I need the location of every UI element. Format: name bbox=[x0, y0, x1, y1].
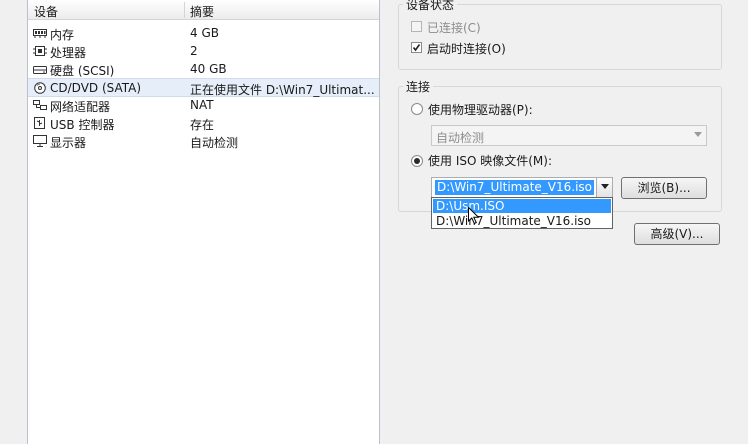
device-summary: 2 bbox=[190, 44, 198, 58]
device-row-display[interactable]: 显示器 自动检测 bbox=[28, 132, 379, 151]
device-name: 网络适配器 bbox=[50, 100, 111, 114]
device-list-header: 设备 摘要 bbox=[28, 0, 379, 20]
iso-path-value[interactable]: D:\Win7_Ultimate_V16.iso bbox=[435, 180, 595, 195]
physical-drive-value: 自动检测 bbox=[436, 131, 485, 145]
memory-icon bbox=[33, 27, 47, 39]
dropdown-option-win7-iso[interactable]: D:\Win7_Ultimate_V16.iso bbox=[433, 214, 611, 228]
device-row-cd-dvd[interactable]: CD/DVD (SATA) 正在使用文件 D:\Win7_Ultimat... bbox=[28, 78, 379, 97]
chevron-down-icon[interactable] bbox=[596, 178, 612, 197]
hard-disk-icon bbox=[33, 63, 47, 75]
connected-label: 已连接(C) bbox=[427, 21, 481, 35]
connect-at-power-on-label: 启动时连接(O) bbox=[427, 42, 506, 56]
device-row-network-adapter[interactable]: 网络适配器 NAT bbox=[28, 96, 379, 115]
connected-checkbox[interactable] bbox=[411, 21, 422, 32]
device-name: 处理器 bbox=[50, 46, 87, 60]
device-summary: 4 GB bbox=[190, 26, 219, 40]
advanced-button[interactable]: 高级(V)... bbox=[634, 223, 720, 245]
device-status-legend: 设备状态 bbox=[403, 0, 458, 13]
column-header-summary[interactable]: 摘要 bbox=[190, 3, 214, 20]
column-header-device[interactable]: 设备 bbox=[34, 3, 58, 20]
iso-dropdown-list: D:\Usm.ISO D:\Win7_Ultimate_V16.iso bbox=[431, 197, 613, 229]
device-row-memory[interactable]: 内存 4 GB bbox=[28, 24, 379, 43]
iso-image-radio[interactable] bbox=[411, 155, 423, 167]
cd-dvd-icon bbox=[33, 82, 47, 94]
device-name: CD/DVD (SATA) bbox=[50, 81, 142, 95]
checkmark-icon bbox=[412, 44, 421, 52]
device-row-processor[interactable]: 处理器 2 bbox=[28, 42, 379, 61]
browse-button[interactable]: 浏览(B)... bbox=[621, 177, 707, 199]
device-status-group bbox=[398, 4, 722, 70]
iso-path-combobox[interactable]: D:\Win7_Ultimate_V16.iso bbox=[431, 177, 613, 198]
device-summary: 40 GB bbox=[190, 62, 227, 76]
display-icon bbox=[33, 135, 47, 147]
usb-icon bbox=[33, 117, 47, 129]
device-row-usb-controller[interactable]: USB 控制器 存在 bbox=[28, 114, 379, 133]
connect-at-power-on-checkbox[interactable] bbox=[411, 42, 422, 53]
device-name: 硬盘 (SCSI) bbox=[50, 64, 115, 78]
network-adapter-icon bbox=[33, 99, 47, 111]
connection-legend: 连接 bbox=[403, 78, 434, 95]
device-summary: 存在 bbox=[190, 118, 215, 132]
device-list-panel: 设备 摘要 内存 4 GB 处理器 2 硬盘 (SCSI) 40 GB CD/D… bbox=[27, 0, 380, 444]
physical-drive-combobox[interactable]: 自动检测 bbox=[431, 125, 707, 146]
column-separator[interactable] bbox=[184, 2, 185, 18]
device-name: 显示器 bbox=[50, 136, 87, 150]
device-summary: 自动检测 bbox=[190, 136, 239, 150]
iso-image-label: 使用 ISO 映像文件(M): bbox=[428, 154, 552, 168]
device-row-hard-disk[interactable]: 硬盘 (SCSI) 40 GB bbox=[28, 60, 379, 79]
chevron-down-icon[interactable] bbox=[690, 126, 706, 145]
device-name: USB 控制器 bbox=[50, 118, 115, 132]
cpu-icon bbox=[33, 45, 47, 57]
device-name: 内存 bbox=[50, 28, 75, 42]
radio-selected-dot bbox=[414, 158, 420, 164]
dropdown-option-usm-iso[interactable]: D:\Usm.ISO bbox=[433, 199, 611, 213]
mouse-pointer-icon bbox=[468, 207, 480, 225]
physical-drive-radio[interactable] bbox=[411, 103, 423, 115]
device-summary: NAT bbox=[190, 98, 214, 112]
physical-drive-label: 使用物理驱动器(P): bbox=[428, 103, 533, 117]
